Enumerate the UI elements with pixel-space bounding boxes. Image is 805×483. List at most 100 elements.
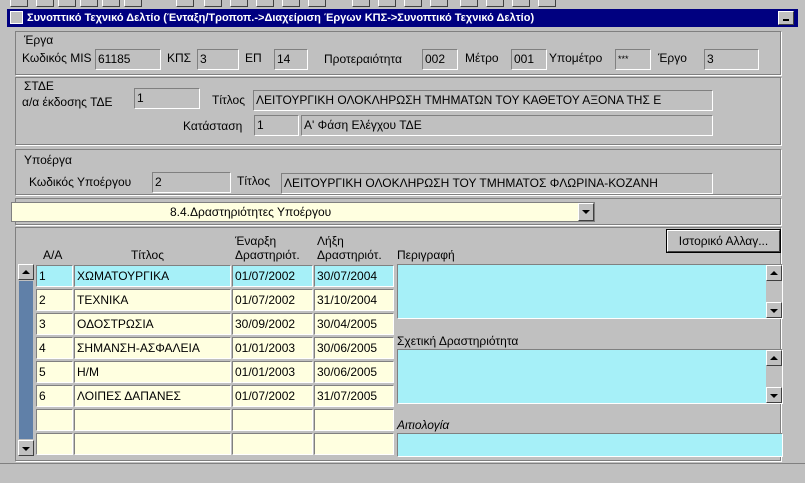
katastasi-code-field[interactable]: 1 <box>254 115 299 136</box>
row-lixi[interactable] <box>314 409 394 431</box>
row-titlos[interactable] <box>74 433 231 455</box>
scroll-down-button[interactable] <box>766 387 782 403</box>
toolbar-button[interactable] <box>308 0 326 7</box>
row-lixi[interactable]: 30/06/2005 <box>314 337 394 359</box>
ergo-label: Έργο <box>658 51 687 65</box>
row-aa[interactable]: 4 <box>36 337 73 359</box>
col-header-lixi-line1: Λήξη <box>317 234 344 248</box>
row-enarxi[interactable]: 30/09/2002 <box>232 313 313 335</box>
row-aa[interactable] <box>36 433 73 455</box>
katastasi-desc-field: Α' Φάση Ελέγχου ΤΔΕ <box>301 115 713 136</box>
toolbar-button[interactable] <box>80 0 98 7</box>
col-header-titlos: Τίτλος <box>131 248 165 262</box>
ypometro-field[interactable]: *** <box>615 49 651 70</box>
toolbar-button[interactable] <box>10 0 28 7</box>
scroll-thumb[interactable] <box>19 281 33 439</box>
ep-field[interactable]: 14 <box>274 49 308 70</box>
scroll-up-button[interactable] <box>766 350 782 366</box>
row-lixi[interactable]: 30/06/2005 <box>314 361 394 383</box>
row-aa[interactable]: 2 <box>36 289 73 311</box>
toolbar-button[interactable] <box>176 0 194 7</box>
minimize-button[interactable] <box>778 11 794 25</box>
toolbar-button[interactable] <box>36 0 54 7</box>
window-title: Συνοπτικό Τεχνικό Δελτίο (Ένταξη/Τροποπ.… <box>27 12 535 24</box>
row-aa[interactable]: 6 <box>36 385 73 407</box>
row-enarxi[interactable] <box>232 433 313 455</box>
kps-field[interactable]: 3 <box>197 49 239 70</box>
sxetiki-scrollbar[interactable] <box>766 350 782 403</box>
row-aa[interactable]: 3 <box>36 313 73 335</box>
row-titlos[interactable]: ΛΟΙΠΕΣ ΔΑΠΑΝΕΣ <box>74 385 231 407</box>
mis-field[interactable]: 61185 <box>95 49 161 70</box>
toolbar-button[interactable] <box>204 0 222 7</box>
ekdosi-field[interactable]: 1 <box>134 88 200 109</box>
chevron-down-icon[interactable] <box>578 203 594 221</box>
col-header-lixi: Λήξη Δραστηριότ. <box>317 234 382 262</box>
form-window: Έργα Κωδικός MIS 61185 ΚΠΣ 3 ΕΠ 14 Προτε… <box>7 27 798 463</box>
row-lixi[interactable]: 31/07/2005 <box>314 385 394 407</box>
row-titlos[interactable]: ΟΔΟΣΤΡΩΣΙΑ <box>74 313 231 335</box>
ypoergo-titlos-field[interactable]: ΛΕΙΤΟΥΡΓΙΚΗ ΟΛΟΚΛΗΡΩΣΗ ΤΟΥ ΤΜΗΜΑΤΟΣ ΦΛΩΡ… <box>281 173 713 194</box>
toolbar-button[interactable] <box>430 0 448 7</box>
row-titlos[interactable]: ΣΗΜΑΝΣΗ-ΑΣΦΑΛΕΙΑ <box>74 337 231 359</box>
metro-label: Μέτρο <box>465 51 499 65</box>
toolbar-button[interactable] <box>102 0 120 7</box>
row-lixi[interactable] <box>314 433 394 455</box>
toolbar-button[interactable] <box>460 0 478 7</box>
toolbar-button[interactable] <box>124 0 142 7</box>
stde-titlos-label: Τίτλος <box>212 93 246 107</box>
history-button[interactable]: Ιστορικό Αλλαγ... <box>666 229 781 253</box>
row-enarxi[interactable]: 01/07/2002 <box>232 289 313 311</box>
row-lixi[interactable]: 30/07/2004 <box>314 265 394 287</box>
toolbar-button[interactable] <box>282 0 300 7</box>
erga-group-label: Έργα <box>24 33 54 47</box>
row-enarxi[interactable]: 01/07/2002 <box>232 385 313 407</box>
grid-scrollbar[interactable] <box>18 264 34 456</box>
row-enarxi[interactable]: 01/01/2003 <box>232 337 313 359</box>
toolbar-button[interactable] <box>230 0 248 7</box>
metro-field[interactable]: 001 <box>511 49 547 70</box>
row-titlos[interactable]: ΤΕΧΝΙΚΑ <box>74 289 231 311</box>
row-aa[interactable]: 1 <box>36 265 73 287</box>
row-lixi[interactable]: 30/04/2005 <box>314 313 394 335</box>
perigrafi-scrollbar[interactable] <box>766 265 782 318</box>
ekdosi-label: α/α έκδοσης ΤΔΕ <box>22 95 113 109</box>
row-enarxi[interactable]: 01/07/2002 <box>232 265 313 287</box>
perigrafi-textarea[interactable] <box>397 264 783 319</box>
section-select[interactable]: 8.4.Δραστηριότητες Υποέργου <box>11 202 595 222</box>
row-aa[interactable]: 5 <box>36 361 73 383</box>
kps-label: ΚΠΣ <box>167 51 192 65</box>
scroll-down-button[interactable] <box>766 302 782 318</box>
toolbar-button[interactable] <box>352 0 370 7</box>
toolbar-button[interactable] <box>404 0 422 7</box>
katastasi-label: Κατάσταση <box>183 119 243 133</box>
aitiologia-field[interactable] <box>397 433 783 457</box>
proteraiotita-field[interactable]: 002 <box>422 49 458 70</box>
toolbar-button[interactable] <box>512 0 530 7</box>
kodikos-ypoergou-field[interactable]: 2 <box>152 172 231 193</box>
toolbar-button[interactable] <box>58 0 76 7</box>
ergo-field[interactable]: 3 <box>704 49 759 70</box>
row-enarxi[interactable]: 01/01/2003 <box>232 361 313 383</box>
row-titlos[interactable] <box>74 409 231 431</box>
ypoergo-titlos-label: Τίτλος <box>237 174 271 188</box>
toolbar-button[interactable] <box>538 0 556 7</box>
row-enarxi[interactable] <box>232 409 313 431</box>
kodikos-ypoergou-label: Κωδικός Υποέργου <box>29 175 132 189</box>
row-aa[interactable] <box>36 409 73 431</box>
scroll-down-button[interactable] <box>18 440 34 456</box>
toolbar-button[interactable] <box>256 0 274 7</box>
ypoerga-group-label: Υποέργα <box>24 153 72 167</box>
status-area <box>0 463 805 483</box>
stde-titlos-field[interactable]: ΛΕΙΤΟΥΡΓΙΚΗ ΟΛΟΚΛΗΡΩΣΗ ΤΜΗΜΑΤΩΝ ΤΟΥ ΚΑΘΕ… <box>253 90 713 111</box>
sxetiki-textarea[interactable] <box>397 349 783 404</box>
toolbar-button[interactable] <box>378 0 396 7</box>
toolbar-button[interactable] <box>486 0 504 7</box>
scroll-up-button[interactable] <box>766 265 782 281</box>
scroll-up-button[interactable] <box>18 264 34 280</box>
row-lixi[interactable]: 31/10/2004 <box>314 289 394 311</box>
row-titlos[interactable]: ΧΩΜΑΤΟΥΡΓΙΚΑ <box>74 265 231 287</box>
ypometro-label: Υπομέτρο <box>549 51 603 65</box>
row-titlos[interactable]: Η/Μ <box>74 361 231 383</box>
sxetiki-label: Σχετική Δραστηριότητα <box>397 334 519 348</box>
